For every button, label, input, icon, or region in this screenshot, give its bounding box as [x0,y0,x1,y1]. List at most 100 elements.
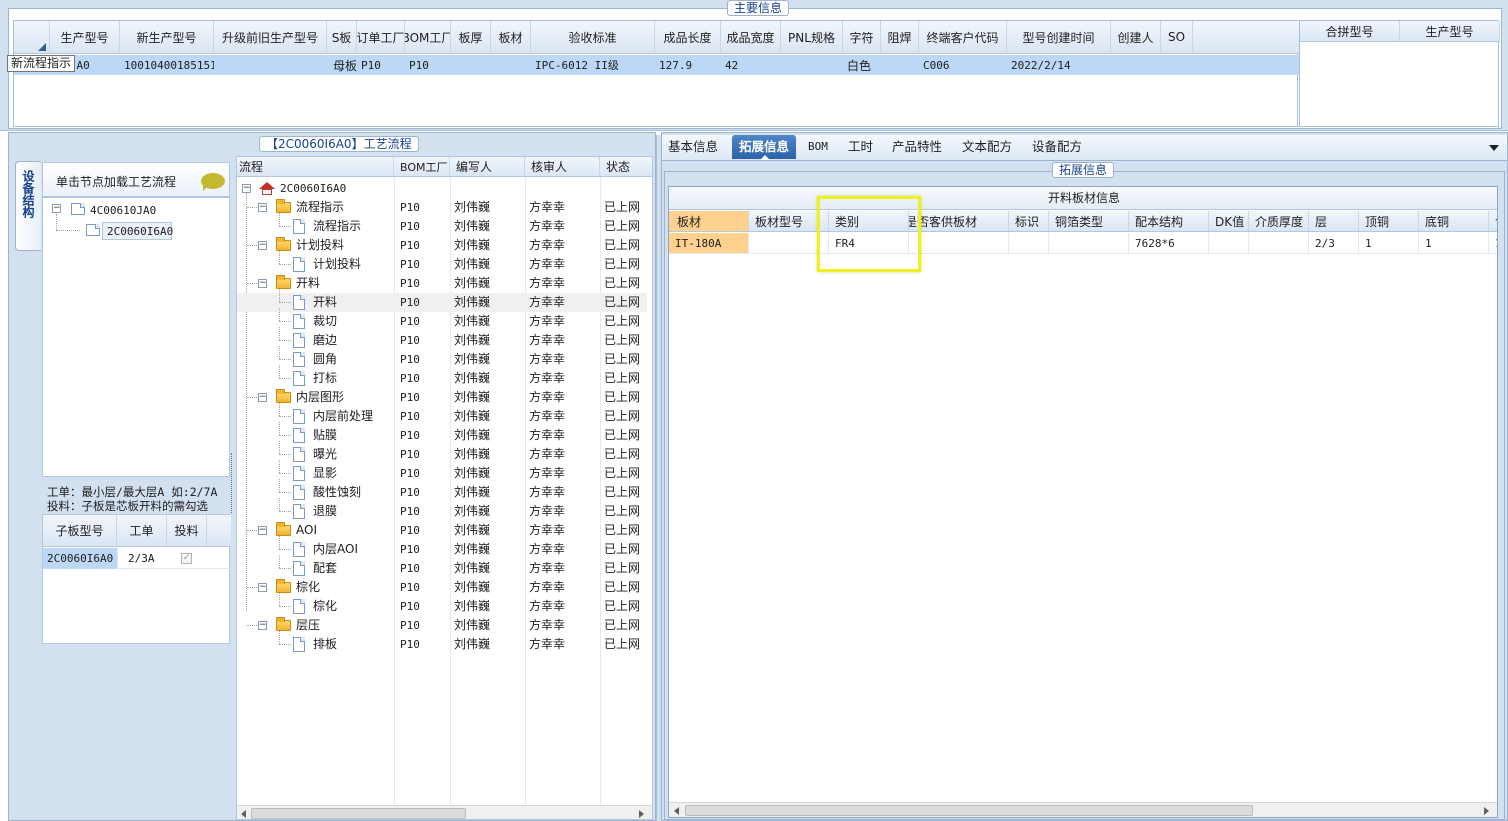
scroll-thumb[interactable] [251,808,466,819]
flow-row[interactable]: 裁切 P10 刘伟巍 方幸幸 已上网 [237,308,647,331]
ext-col-10[interactable]: 顶铜 [1359,211,1419,231]
ext-col-9[interactable]: 层 [1309,211,1359,231]
main-col-16[interactable]: 创建人 [1111,21,1161,53]
col-writer[interactable]: 编写人 [450,157,525,176]
flow-row[interactable]: − 内层图形 P10 刘伟巍 方幸幸 已上网 [237,388,647,407]
col-merge-model[interactable]: 合拼型号 [1300,21,1400,41]
tab-equipment-recipe[interactable]: 设备配方 [1032,135,1082,159]
scroll-thumb[interactable] [685,805,1253,816]
col-status[interactable]: 状态 [600,157,652,176]
main-col-3[interactable]: S板 [327,21,357,53]
main-col-14[interactable]: 终端客户代码 [919,21,1007,53]
main-col-6[interactable]: 板厚 [451,21,491,53]
ext-col-7[interactable]: DK值 [1209,211,1249,231]
main-col-2[interactable]: 升级前旧生产型号 [214,21,327,53]
flow-row[interactable]: 磨边 P10 刘伟巍 方幸幸 已上网 [237,327,647,350]
main-col-4[interactable]: 订单工厂 [357,21,405,53]
tab-dropdown-icon[interactable] [1489,145,1499,151]
flow-row[interactable]: 曝光 P10 刘伟巍 方幸幸 已上网 [237,441,647,464]
flow-row[interactable]: 贴膜 P10 刘伟巍 方幸幸 已上网 [237,422,647,445]
tree-node-selected[interactable]: 2C0060I6A0 [102,222,173,240]
feed-checkbox[interactable]: ✓ [181,553,192,564]
col-order[interactable]: 工单 [117,515,167,546]
expand-icon[interactable]: − [52,204,61,213]
ext-cell-6: 7628*6 [1129,233,1209,253]
flow-row[interactable]: − 计划投料 P10 刘伟巍 方幸幸 已上网 [237,236,647,255]
flow-row[interactable]: 内层AOI P10 刘伟巍 方幸幸 已上网 [237,536,647,559]
col-feed[interactable]: 投料 [167,515,207,546]
flow-row[interactable]: 排板 P10 刘伟巍 方幸幸 已上网 [237,631,647,654]
col-production-model[interactable]: 生产型号 [1400,21,1500,41]
tab-product-feature[interactable]: 产品特性 [892,135,942,159]
ext-col-0[interactable]: 板材 [669,211,749,231]
main-col-17[interactable]: SO [1161,21,1193,53]
collapse-icon[interactable]: − [258,393,267,402]
flow-row[interactable]: 棕化 P10 刘伟巍 方幸幸 已上网 [237,593,647,616]
tab-text-recipe[interactable]: 文本配方 [962,135,1012,159]
col-sub-model[interactable]: 子板型号 [43,515,117,546]
ext-col-12[interactable]: 含 [1489,211,1497,231]
collapse-icon[interactable]: − [258,621,267,630]
main-grid-row[interactable]: 610JA010010400185151母板P10P10IPC-6012 II级… [14,55,1299,75]
flow-row[interactable]: 打标 P10 刘伟巍 方幸幸 已上网 [237,365,647,388]
collapse-icon[interactable]: − [258,583,267,592]
flow-row[interactable]: 酸性蚀刻 P10 刘伟巍 方幸幸 已上网 [237,479,647,502]
main-col-7[interactable]: 板材 [491,21,531,53]
flow-row[interactable]: − 开料 P10 刘伟巍 方幸幸 已上网 [237,274,647,293]
col-checker[interactable]: 核审人 [525,157,600,176]
main-col-11[interactable]: PNL规格 [781,21,843,53]
main-col-13[interactable]: 阻焊 [881,21,919,53]
scroll-left-arrow[interactable] [241,810,246,818]
main-col-5[interactable]: BOM工厂 [405,21,451,53]
flow-row[interactable]: 内层前处理 P10 刘伟巍 方幸幸 已上网 [237,403,647,426]
collapse-icon[interactable]: − [258,279,267,288]
col-flow[interactable]: 流程 [237,157,394,176]
main-col-8[interactable]: 验收标准 [531,21,655,53]
scroll-right-arrow[interactable] [639,810,644,818]
flow-row[interactable]: 退膜 P10 刘伟巍 方幸幸 已上网 [237,498,647,521]
flow-row[interactable]: − 流程指示 P10 刘伟巍 方幸幸 已上网 [237,198,647,217]
main-col-9[interactable]: 成品长度 [655,21,721,53]
tab-hours[interactable]: 工时 [848,135,873,159]
main-col-12[interactable]: 字符 [843,21,881,53]
flow-row[interactable]: 计划投料 P10 刘伟巍 方幸幸 已上网 [237,251,647,274]
flow-row[interactable]: − 层压 P10 刘伟巍 方幸幸 已上网 [237,616,647,635]
material-hscrollbar[interactable] [669,802,1497,817]
flow-step-label: 内层图形 [296,390,345,404]
collapse-icon[interactable]: − [258,241,267,250]
flow-hscrollbar[interactable] [237,805,652,819]
main-col-0[interactable]: 生产型号 [50,21,120,53]
collapse-icon[interactable]: − [258,526,267,535]
ext-col-6[interactable]: 配本结构 [1129,211,1209,231]
ext-col-11[interactable]: 底铜 [1419,211,1489,231]
flow-row[interactable]: − AOI P10 刘伟巍 方幸幸 已上网 [237,521,647,540]
ext-col-8[interactable]: 介质厚度 [1249,211,1309,231]
tab-bom[interactable]: BOM [808,135,828,159]
flow-root-row[interactable]: − 2C0060I6A0 [237,179,647,198]
flow-row[interactable]: 配套 P10 刘伟巍 方幸幸 已上网 [237,555,647,578]
scroll-left-arrow[interactable] [674,807,679,815]
collapse-icon[interactable]: − [242,184,251,193]
flow-row[interactable]: − 棕化 P10 刘伟巍 方幸幸 已上网 [237,578,647,597]
ext-col-3[interactable]: 是否客供板材 [909,211,1009,231]
flow-status: 已上网 [604,257,641,271]
flow-row[interactable]: 显影 P10 刘伟巍 方幸幸 已上网 [237,460,647,483]
flow-step-label: 圆角 [313,352,338,366]
ext-col-5[interactable]: 铜箔类型 [1049,211,1129,231]
side-tab-equipment[interactable]: 设备结构 [15,161,41,251]
main-col-10[interactable]: 成品宽度 [721,21,781,53]
tab-basic[interactable]: 基本信息 [668,135,718,159]
sub-board-row[interactable]: 2C0060I6A0 2/3A ✓ [43,548,231,569]
corner-sort-icon[interactable] [14,21,50,54]
scroll-right-arrow[interactable] [1484,807,1489,815]
flow-row[interactable]: 圆角 P10 刘伟巍 方幸幸 已上网 [237,346,647,369]
material-row[interactable]: IT-180AFR47628*62/3111. [669,233,1497,254]
flow-row[interactable]: 流程指示 P10 刘伟巍 方幸幸 已上网 [237,213,647,236]
ext-col-4[interactable]: 标识 [1009,211,1049,231]
main-col-15[interactable]: 型号创建时间 [1007,21,1111,53]
main-col-1[interactable]: 新生产型号 [120,21,214,53]
collapse-icon[interactable]: − [258,203,267,212]
tree-node-root[interactable]: 4C00610JA0 [90,204,156,217]
col-bom-factory[interactable]: BOM工厂 [394,157,450,176]
flow-row[interactable]: 开料 P10 刘伟巍 方幸幸 已上网 [237,289,647,312]
